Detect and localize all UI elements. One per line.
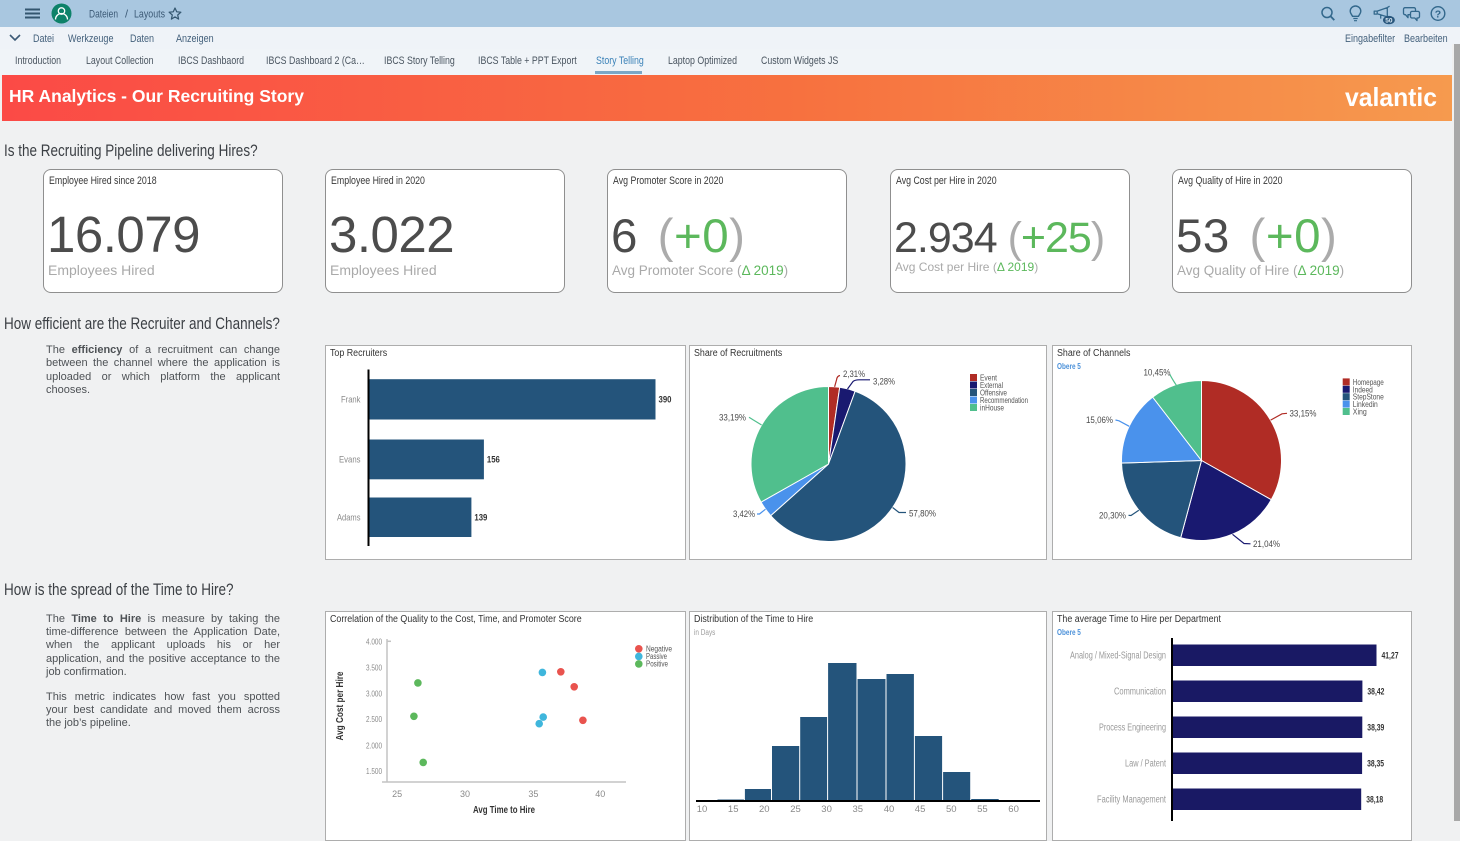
svg-text:valantic: valantic — [1345, 82, 1437, 112]
svg-text:2,31%: 2,31% — [843, 369, 865, 379]
svg-text:139: 139 — [474, 512, 487, 522]
svg-text:1.500: 1.500 — [366, 766, 382, 776]
svg-text:10: 10 — [697, 804, 708, 815]
svg-text:Frank: Frank — [341, 395, 361, 406]
svg-text:50: 50 — [1385, 17, 1393, 24]
svg-text:Adams: Adams — [337, 512, 361, 523]
svg-text:15: 15 — [728, 804, 739, 815]
svg-text:Dateien: Dateien — [89, 9, 118, 21]
svg-text:Positive: Positive — [646, 660, 668, 669]
svg-text:20,30%: 20,30% — [1099, 510, 1126, 520]
svg-text:60: 60 — [1008, 804, 1019, 815]
svg-text:33,15%: 33,15% — [1290, 409, 1317, 419]
svg-text:35: 35 — [528, 789, 538, 799]
svg-text:57,80%: 57,80% — [909, 509, 936, 519]
svg-text:3,42%: 3,42% — [733, 509, 755, 519]
svg-text:38,18: 38,18 — [1366, 795, 1383, 805]
svg-text:25: 25 — [392, 789, 402, 799]
svg-text:/: / — [125, 9, 129, 21]
svg-text:156: 156 — [487, 455, 500, 465]
svg-text:38,35: 38,35 — [1367, 759, 1384, 769]
svg-text:38,42: 38,42 — [1367, 687, 1384, 697]
svg-text:?: ? — [1435, 9, 1441, 21]
svg-text:40: 40 — [595, 789, 605, 799]
svg-text:35: 35 — [853, 804, 864, 815]
svg-text:10,45%: 10,45% — [1144, 368, 1171, 378]
svg-text:390: 390 — [659, 395, 672, 405]
svg-text:inHouse: inHouse — [980, 404, 1004, 413]
svg-text:55: 55 — [977, 804, 988, 815]
svg-text:2.500: 2.500 — [366, 714, 382, 724]
svg-text:Avg Cost per Hire: Avg Cost per Hire — [335, 671, 346, 740]
svg-text:Xing: Xing — [1353, 408, 1367, 417]
svg-text:30: 30 — [460, 789, 470, 799]
svg-text:4.000: 4.000 — [366, 636, 382, 646]
svg-text:41,27: 41,27 — [1382, 651, 1399, 661]
svg-text:Layouts: Layouts — [134, 9, 165, 21]
svg-text:3.000: 3.000 — [366, 688, 382, 698]
svg-text:38,39: 38,39 — [1367, 723, 1384, 733]
svg-text:Evans: Evans — [339, 455, 361, 466]
svg-text:2.000: 2.000 — [366, 740, 382, 750]
svg-text:20: 20 — [759, 804, 770, 815]
svg-text:15,06%: 15,06% — [1086, 415, 1113, 425]
svg-text:Avg Time to Hire: Avg Time to Hire — [473, 805, 535, 816]
svg-text:3.500: 3.500 — [366, 662, 382, 672]
svg-text:40: 40 — [884, 804, 895, 815]
svg-text:Communication: Communication — [1114, 687, 1166, 698]
svg-text:Law / Patent: Law / Patent — [1125, 759, 1166, 770]
svg-text:33,19%: 33,19% — [719, 412, 746, 422]
svg-text:Facility Management: Facility Management — [1097, 795, 1166, 806]
svg-text:Process Engineering: Process Engineering — [1099, 723, 1166, 734]
svg-text:25: 25 — [790, 804, 801, 815]
svg-text:45: 45 — [915, 804, 926, 815]
svg-text:30: 30 — [821, 804, 832, 815]
svg-text:3,28%: 3,28% — [873, 377, 895, 387]
svg-text:Analog / Mixed-Signal Design: Analog / Mixed-Signal Design — [1070, 651, 1166, 662]
svg-text:50: 50 — [946, 804, 957, 815]
svg-text:21,04%: 21,04% — [1253, 539, 1280, 549]
